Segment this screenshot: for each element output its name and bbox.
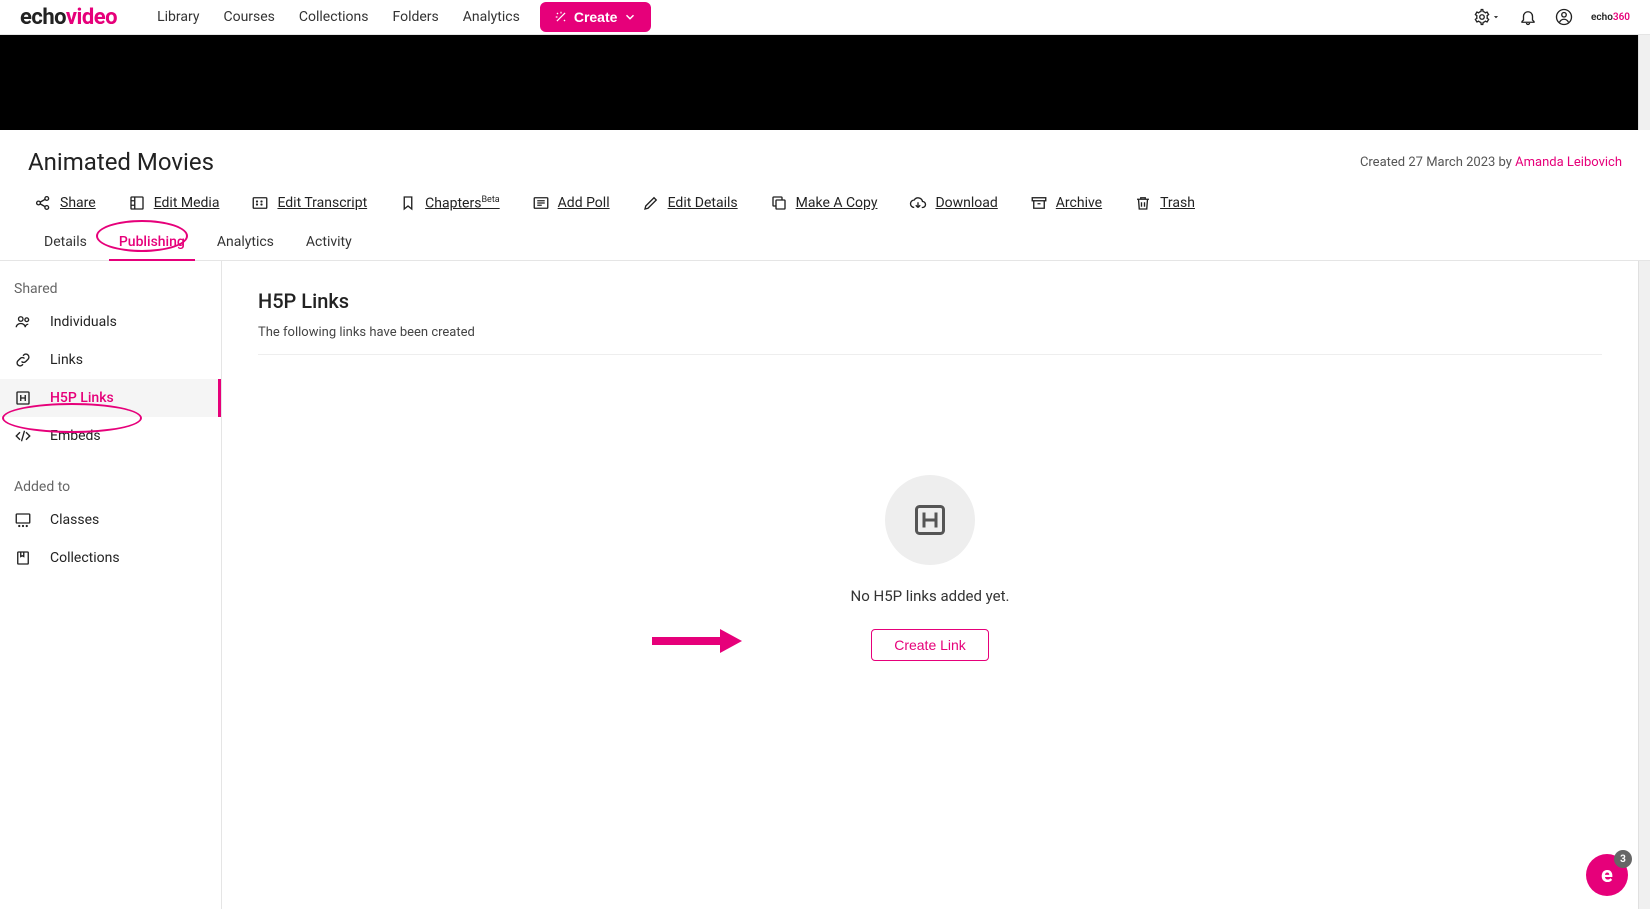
download-cloud-icon <box>909 194 927 212</box>
create-link-button[interactable]: Create Link <box>871 629 989 661</box>
sidebar-item-links-label: Links <box>50 352 83 368</box>
logo[interactable]: echovideo <box>20 5 117 30</box>
tab-analytics[interactable]: Analytics <box>213 226 278 260</box>
action-make-copy[interactable]: Make A Copy <box>770 194 878 212</box>
action-add-poll[interactable]: Add Poll <box>532 194 610 212</box>
action-edit-transcript-label: Edit Transcript <box>277 195 367 211</box>
page-title: Animated Movies <box>28 148 214 176</box>
sidebar-head-shared: Shared <box>0 275 221 303</box>
action-archive-label: Archive <box>1056 195 1102 211</box>
title-row: Animated Movies Created 27 March 2023 by… <box>0 130 1650 186</box>
code-icon <box>14 427 32 445</box>
share-icon <box>34 194 52 212</box>
action-edit-transcript[interactable]: Edit Transcript <box>251 194 367 212</box>
tab-activity[interactable]: Activity <box>302 226 356 260</box>
main-description: The following links have been created <box>258 325 1602 355</box>
action-edit-media[interactable]: Edit Media <box>128 194 220 212</box>
link-icon <box>14 351 32 369</box>
primary-nav: Library Courses Collections Folders Anal… <box>157 9 520 25</box>
action-trash[interactable]: Trash <box>1134 194 1195 212</box>
action-edit-details-label: Edit Details <box>668 195 738 211</box>
book-icon <box>14 549 32 567</box>
logo-video: video <box>66 5 117 30</box>
empty-state-message: No H5P links added yet. <box>851 587 1010 605</box>
trash-icon <box>1134 194 1152 212</box>
sidebar-head-added: Added to <box>0 473 221 501</box>
action-chapters-label: ChaptersBeta <box>425 195 500 212</box>
nav-library[interactable]: Library <box>157 9 199 25</box>
sidebar-item-links[interactable]: Links <box>0 341 221 379</box>
nav-courses[interactable]: Courses <box>223 9 274 25</box>
action-add-poll-label: Add Poll <box>558 195 610 211</box>
sidebar-item-individuals[interactable]: Individuals <box>0 303 221 341</box>
help-widget-letter: e <box>1601 863 1613 888</box>
sidebar-item-embeds-label: Embeds <box>50 428 101 444</box>
action-download[interactable]: Download <box>909 194 997 212</box>
create-button-label: Create <box>574 9 618 25</box>
sidebar-item-h5p-links[interactable]: H5P Links <box>0 379 221 417</box>
sidebar-item-collections[interactable]: Collections <box>0 539 221 577</box>
empty-state: No H5P links added yet. Create Link <box>258 475 1602 661</box>
action-share[interactable]: Share <box>34 194 96 212</box>
empty-state-icon-wrap <box>885 475 975 565</box>
action-archive[interactable]: Archive <box>1030 194 1102 212</box>
h5p-box-icon <box>912 502 948 538</box>
top-bar: echovideo Library Courses Collections Fo… <box>0 0 1650 35</box>
scrollbar-main[interactable] <box>1638 261 1650 909</box>
caret-down-icon <box>1491 12 1501 22</box>
nav-analytics[interactable]: Analytics <box>463 9 520 25</box>
screen-icon <box>14 511 32 529</box>
people-icon <box>14 313 32 331</box>
scrollbar[interactable] <box>1638 35 1650 130</box>
sidebar-item-collections-label: Collections <box>50 550 120 566</box>
action-make-copy-label: Make A Copy <box>796 195 878 211</box>
h5p-icon <box>14 389 32 407</box>
action-edit-media-label: Edit Media <box>154 195 220 211</box>
annotation-arrow <box>652 627 742 655</box>
brand-echo360[interactable]: echo360 <box>1591 12 1630 23</box>
wand-icon <box>554 10 568 24</box>
create-button[interactable]: Create <box>540 2 652 32</box>
filmstrip-icon <box>128 194 146 212</box>
poll-icon <box>532 194 550 212</box>
notifications-button[interactable] <box>1519 8 1537 26</box>
quote-icon <box>251 194 269 212</box>
action-share-label: Share <box>60 195 96 211</box>
created-prefix: Created 27 March 2023 by <box>1360 155 1515 170</box>
video-banner <box>0 35 1638 130</box>
help-widget-badge: 3 <box>1614 850 1632 868</box>
publishing-sidebar: Shared Individuals Links H5P Links Embed… <box>0 261 222 909</box>
nav-folders[interactable]: Folders <box>393 9 439 25</box>
bookmark-icon <box>399 194 417 212</box>
sidebar-item-classes[interactable]: Classes <box>0 501 221 539</box>
nav-collections[interactable]: Collections <box>299 9 369 25</box>
copy-icon <box>770 194 788 212</box>
pencil-icon <box>642 194 660 212</box>
action-chapters[interactable]: ChaptersBeta <box>399 194 500 212</box>
tab-details[interactable]: Details <box>40 226 91 260</box>
settings-button[interactable] <box>1473 8 1501 26</box>
subtabs: Details Publishing Analytics Activity <box>0 226 1650 261</box>
gear-icon <box>1473 8 1491 26</box>
sidebar-item-classes-label: Classes <box>50 512 99 528</box>
created-author[interactable]: Amanda Leibovich <box>1515 155 1622 170</box>
account-button[interactable] <box>1555 8 1573 26</box>
action-edit-details[interactable]: Edit Details <box>642 194 738 212</box>
archive-icon <box>1030 194 1048 212</box>
action-trash-label: Trash <box>1160 195 1195 211</box>
logo-echo: echo <box>20 5 66 30</box>
created-info: Created 27 March 2023 by Amanda Leibovic… <box>1360 155 1622 170</box>
action-toolbar: Share Edit Media Edit Transcript Chapter… <box>0 186 1650 226</box>
action-download-label: Download <box>935 195 997 211</box>
main-content: H5P Links The following links have been … <box>222 261 1638 909</box>
help-widget-button[interactable]: e 3 <box>1586 854 1628 896</box>
main-heading: H5P Links <box>258 289 1602 313</box>
sidebar-item-embeds[interactable]: Embeds <box>0 417 221 455</box>
user-circle-icon <box>1555 8 1573 26</box>
bell-icon <box>1519 8 1537 26</box>
tab-publishing[interactable]: Publishing <box>115 226 189 260</box>
chevron-down-icon <box>623 10 637 24</box>
sidebar-item-h5p-links-label: H5P Links <box>50 390 114 406</box>
sidebar-item-individuals-label: Individuals <box>50 314 117 330</box>
